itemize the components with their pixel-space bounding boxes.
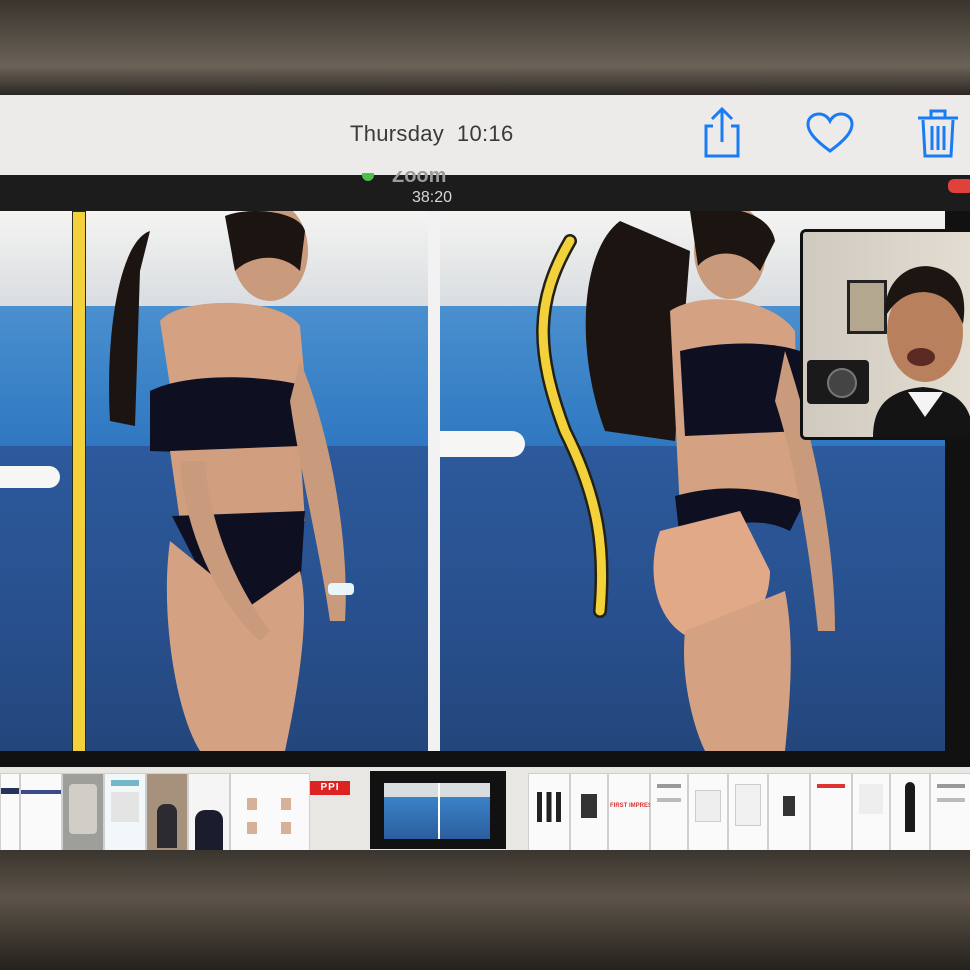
curved-posture-line bbox=[536, 234, 609, 618]
thumbnail[interactable] bbox=[188, 773, 230, 850]
selected-thumbnail[interactable] bbox=[370, 771, 506, 849]
delete-button[interactable] bbox=[912, 105, 964, 161]
thumbnail[interactable] bbox=[890, 773, 930, 850]
thumbnail[interactable] bbox=[20, 773, 62, 850]
device-bezel-bottom bbox=[0, 850, 970, 970]
photos-header: Thursday 10:16 bbox=[0, 95, 970, 175]
trash-icon bbox=[918, 109, 958, 158]
avatar bbox=[873, 266, 970, 437]
thumbnail[interactable] bbox=[146, 773, 188, 850]
thumbnail[interactable] bbox=[62, 773, 104, 850]
meeting-timer: 38:20 bbox=[412, 189, 453, 206]
thumbnail[interactable] bbox=[768, 773, 810, 850]
thumbnail[interactable] bbox=[852, 773, 890, 850]
thumbnail[interactable] bbox=[230, 773, 310, 850]
thumbnail[interactable] bbox=[570, 773, 608, 850]
thumbnail[interactable] bbox=[810, 773, 852, 850]
zoom-meeting-bar: Zoom 38:20 bbox=[0, 171, 970, 211]
connection-dot-icon bbox=[362, 173, 374, 181]
date-time-label: Thursday 10:16 bbox=[350, 121, 514, 146]
favorite-button[interactable] bbox=[804, 105, 856, 161]
heart-icon bbox=[806, 112, 854, 153]
share-icon bbox=[704, 106, 740, 158]
thumbnail[interactable] bbox=[528, 773, 570, 850]
zoom-title: Zoom bbox=[392, 171, 447, 185]
ppi-badge: PPI bbox=[310, 781, 350, 795]
tablet-screen: Thursday 10:16 Zoom 38:20 PPI FIRST IMPR… bbox=[0, 95, 970, 850]
photo-before bbox=[0, 211, 428, 751]
device-bezel-top bbox=[0, 0, 970, 95]
thumbnail[interactable] bbox=[0, 773, 20, 850]
share-button[interactable] bbox=[696, 105, 748, 161]
recording-indicator-icon bbox=[948, 179, 970, 193]
thumbnail[interactable] bbox=[650, 773, 688, 850]
thumbnail[interactable] bbox=[930, 773, 970, 850]
thumbnail-strip: PPI FIRST IMPRESSION bbox=[0, 767, 970, 850]
thumbnail[interactable] bbox=[608, 773, 650, 850]
participant-video[interactable] bbox=[800, 229, 970, 440]
pool-float bbox=[0, 466, 60, 488]
image-divider bbox=[428, 211, 440, 751]
thumbnail[interactable] bbox=[728, 773, 768, 850]
person-figure-left bbox=[109, 211, 354, 751]
thumbnail[interactable] bbox=[688, 773, 728, 850]
straight-posture-line bbox=[72, 211, 86, 751]
thumbnail[interactable] bbox=[104, 773, 146, 850]
